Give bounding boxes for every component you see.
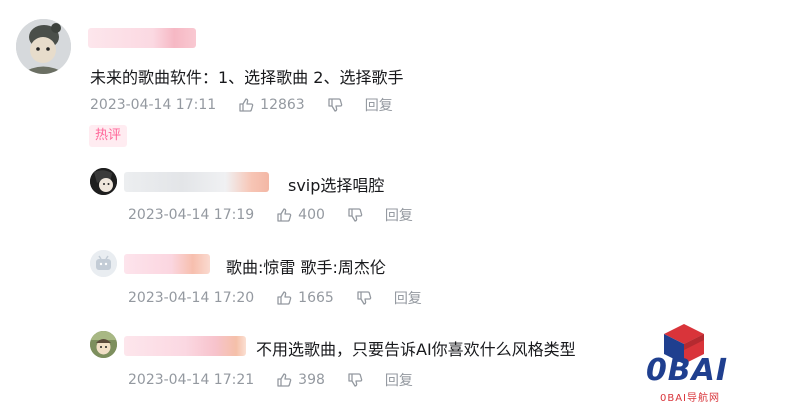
- user-avatar-image: [90, 168, 117, 195]
- reply-meta: 2023-04-14 17:20 1665 回复: [128, 288, 422, 308]
- reply-button[interactable]: 回复: [385, 370, 413, 390]
- like-count: 1665: [298, 290, 334, 306]
- watermark-brand: 0BAI: [645, 353, 729, 388]
- default-avatar-icon: [90, 250, 117, 277]
- reply-text: 不用选歌曲，只要告诉AI你喜欢什么风格类型: [256, 340, 576, 359]
- main-comment-avatar[interactable]: [16, 19, 71, 74]
- reply-button[interactable]: 回复: [394, 288, 422, 308]
- like-button[interactable]: 12863: [238, 97, 305, 113]
- reply-meta: 2023-04-14 17:21 398 回复: [128, 370, 413, 390]
- thumbs-down-icon: [348, 208, 363, 222]
- reply-username-blurred: [124, 336, 246, 356]
- main-comment-text: 未来的歌曲软件：1、选择歌曲 2、选择歌手: [90, 68, 404, 87]
- watermark-subtitle: 0BAI导航网: [659, 393, 720, 404]
- dislike-button[interactable]: [347, 207, 363, 223]
- comment-timestamp: 2023-04-14 17:19: [128, 207, 255, 223]
- reply-text: svip选择唱腔: [288, 176, 385, 195]
- reply-text: 歌曲:惊雷 歌手:周杰伦: [226, 258, 386, 277]
- like-button[interactable]: 1665: [276, 290, 334, 306]
- thumbs-down-icon: [348, 373, 363, 387]
- main-comment-username-blurred: [88, 28, 196, 48]
- reply-avatar[interactable]: [90, 250, 117, 277]
- thumbs-down-icon: [328, 98, 343, 112]
- hot-comment-tag: 热评: [89, 125, 128, 147]
- reply-button[interactable]: 回复: [365, 95, 393, 115]
- reply-username-blurred: [124, 254, 210, 274]
- reply-avatar[interactable]: [90, 331, 117, 358]
- like-count: 398: [298, 372, 325, 388]
- thumbs-up-icon: [277, 291, 292, 305]
- dislike-button[interactable]: [356, 290, 372, 306]
- like-button[interactable]: 398: [276, 372, 325, 388]
- comment-timestamp: 2023-04-14 17:21: [128, 372, 255, 388]
- main-comment-meta: 2023-04-14 17:11 12863 回复: [90, 95, 393, 115]
- reply-button[interactable]: 回复: [385, 205, 413, 225]
- thumbs-up-icon: [277, 373, 292, 387]
- user-avatar-image: [90, 331, 117, 358]
- like-count: 400: [298, 207, 325, 223]
- dislike-button[interactable]: [347, 372, 363, 388]
- reply-meta: 2023-04-14 17:19 400 回复: [128, 205, 413, 225]
- dislike-button[interactable]: [327, 97, 343, 113]
- thumbs-down-icon: [357, 291, 372, 305]
- like-button[interactable]: 400: [276, 207, 325, 223]
- thumbs-up-icon: [277, 208, 292, 222]
- comment-timestamp: 2023-04-14 17:20: [128, 290, 255, 306]
- like-count: 12863: [260, 97, 305, 113]
- thumbs-up-icon: [239, 98, 254, 112]
- user-avatar-image: [16, 19, 71, 74]
- comment-timestamp: 2023-04-14 17:11: [90, 97, 217, 113]
- reply-avatar[interactable]: [90, 168, 117, 195]
- reply-username-blurred: [124, 172, 269, 192]
